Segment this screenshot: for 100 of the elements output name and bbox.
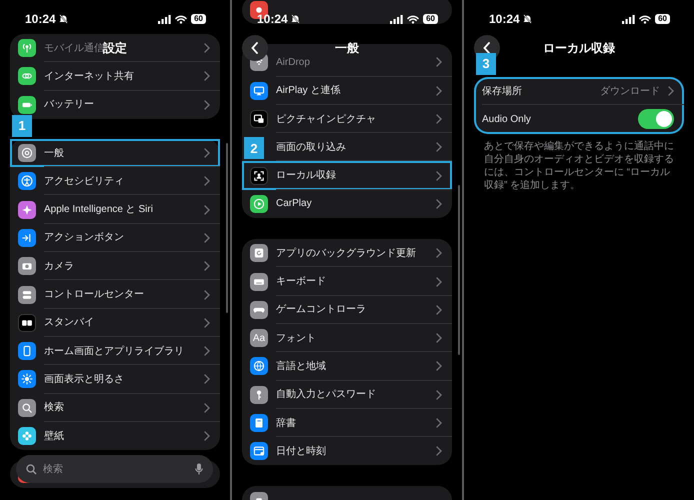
chevron-icon	[204, 43, 210, 54]
settings-row[interactable]: スタンバイ	[10, 308, 220, 337]
settings-row[interactable]: インターネット共有	[10, 62, 220, 91]
chevron-icon	[436, 418, 442, 428]
search-icon	[26, 464, 37, 474]
screen-title: ローカル収録	[543, 40, 615, 57]
row-label: AirDrop	[276, 56, 310, 70]
settings-row[interactable]: 壁紙	[10, 422, 220, 450]
row-label: フォント	[276, 332, 316, 346]
row-value: ダウンロード	[600, 84, 660, 99]
chevron-icon	[436, 57, 442, 68]
row-label: ピクチャインピクチャ	[276, 112, 376, 127]
settings-row[interactable]: 言語と地域	[242, 352, 452, 381]
back-button[interactable]	[242, 35, 268, 61]
row-label: スタンバイ	[44, 316, 94, 330]
settings-row[interactable]: Apple Intelligence と Siri	[10, 195, 220, 224]
row-label: 一般	[44, 146, 64, 161]
wifi-icon	[639, 14, 652, 24]
chevron-icon	[436, 198, 442, 209]
settings-row[interactable]: ホーム画面とアプリライブラリ	[10, 336, 220, 366]
row-label: キーボード	[276, 275, 326, 290]
chevron-icon	[204, 176, 210, 186]
chevron-icon	[204, 71, 210, 82]
search-field[interactable]: 検索	[16, 455, 213, 483]
row-label: 辞書	[276, 416, 296, 430]
settings-row[interactable]: キーボード	[242, 267, 452, 296]
callout-badge: 2	[244, 137, 264, 160]
battery-level: 60	[191, 14, 206, 24]
battery-level: 60	[423, 14, 438, 24]
settings-row[interactable]: 画面表示と明るさ	[10, 365, 220, 394]
chevron-icon	[204, 148, 210, 158]
settings-row[interactable]: 保存場所 ダウンロード	[474, 77, 684, 106]
back-icon	[483, 42, 491, 54]
row-label: インターネット共有	[44, 70, 134, 84]
row-label: ゲームコントローラ	[276, 303, 366, 318]
signal-icon	[390, 14, 404, 24]
bell-slash-icon	[58, 14, 68, 24]
settings-row[interactable]: 検索	[10, 394, 220, 422]
settings-row[interactable]: アクションボタン	[10, 224, 220, 252]
settings-row[interactable]: カメラ	[10, 252, 220, 280]
bell-slash-icon	[522, 14, 532, 24]
row-label: アクセシビリティ	[44, 174, 124, 189]
row-label: カメラ	[44, 260, 74, 274]
row-label: CarPlay	[276, 197, 312, 212]
settings-row[interactable]: 辞書	[242, 408, 452, 438]
audio-only-toggle[interactable]	[638, 109, 674, 130]
chevron-icon	[204, 318, 210, 328]
settings-row[interactable]: CarPlay	[242, 190, 452, 218]
settings-row[interactable]: ゲームコントローラ	[242, 296, 452, 324]
settings-row[interactable]: Audio Only	[474, 105, 684, 134]
wifi-icon	[407, 14, 420, 24]
status-time: 10:24	[25, 11, 56, 28]
row-label: アプリのバックグラウンド更新	[276, 246, 416, 261]
font-icon: Aa	[250, 329, 268, 348]
row-label: バッテリー	[44, 98, 94, 112]
row-label: 検索	[44, 400, 64, 416]
status-time: 10:24	[257, 11, 288, 28]
chevron-icon	[204, 346, 210, 356]
settings-row[interactable]: 日付と時刻	[242, 437, 452, 466]
settings-row[interactable]: Aa フォント	[242, 324, 452, 352]
chevron-icon	[204, 100, 210, 110]
row-label: Apple Intelligence と Siri	[44, 203, 153, 218]
footer-note: あとで保存や編集ができるように通話中に自分自身のオーディオとビデオを収録するには、コントロールセンターに “ローカル収録” を追加します。	[484, 140, 674, 192]
chevron-icon	[436, 390, 442, 400]
settings-row[interactable]: AirPlay と連係	[242, 76, 452, 105]
chevron-icon	[436, 361, 442, 372]
row-label: アクションボタン	[44, 231, 124, 246]
chevron-icon	[668, 86, 674, 96]
chevron-icon	[204, 402, 210, 413]
callout-badge: 3	[476, 53, 496, 75]
settings-row[interactable]: コントロールセンター	[10, 280, 220, 309]
row-label: 保存場所	[482, 84, 522, 99]
row-label: モバイル通信	[44, 42, 104, 56]
settings-row[interactable]: ピクチャインピクチャ	[242, 104, 452, 134]
chevron-icon	[204, 204, 210, 215]
back-icon	[251, 42, 259, 54]
chevron-icon	[204, 232, 210, 243]
chevron-icon	[436, 248, 442, 258]
row-label: コントロールセンター	[44, 288, 144, 302]
screen-title: 一般	[335, 40, 359, 57]
row-label: 壁紙	[44, 430, 64, 444]
signal-icon	[158, 14, 172, 24]
chevron-icon	[436, 86, 442, 96]
bell-slash-icon	[290, 14, 300, 24]
chevron-icon	[436, 114, 442, 124]
chevron-icon	[436, 276, 442, 287]
chevron-icon	[204, 290, 210, 300]
row-label: 画面表示と明るさ	[44, 372, 124, 387]
chevron-icon	[204, 431, 210, 441]
chevron-icon	[436, 304, 442, 315]
settings-row[interactable]: アクセシビリティ	[10, 167, 220, 196]
settings-row[interactable]: 自動入力とパスワード	[242, 380, 452, 409]
battery-level: 60	[655, 14, 670, 24]
microphone-icon	[195, 463, 203, 475]
chevron-icon	[436, 142, 442, 152]
callout-badge: 1	[12, 114, 32, 137]
settings-row[interactable]: アプリのバックグラウンド更新	[242, 239, 452, 268]
status-time: 10:24	[489, 11, 520, 28]
row-label: 言語と地域	[276, 360, 326, 374]
row-label: Audio Only	[482, 112, 531, 127]
